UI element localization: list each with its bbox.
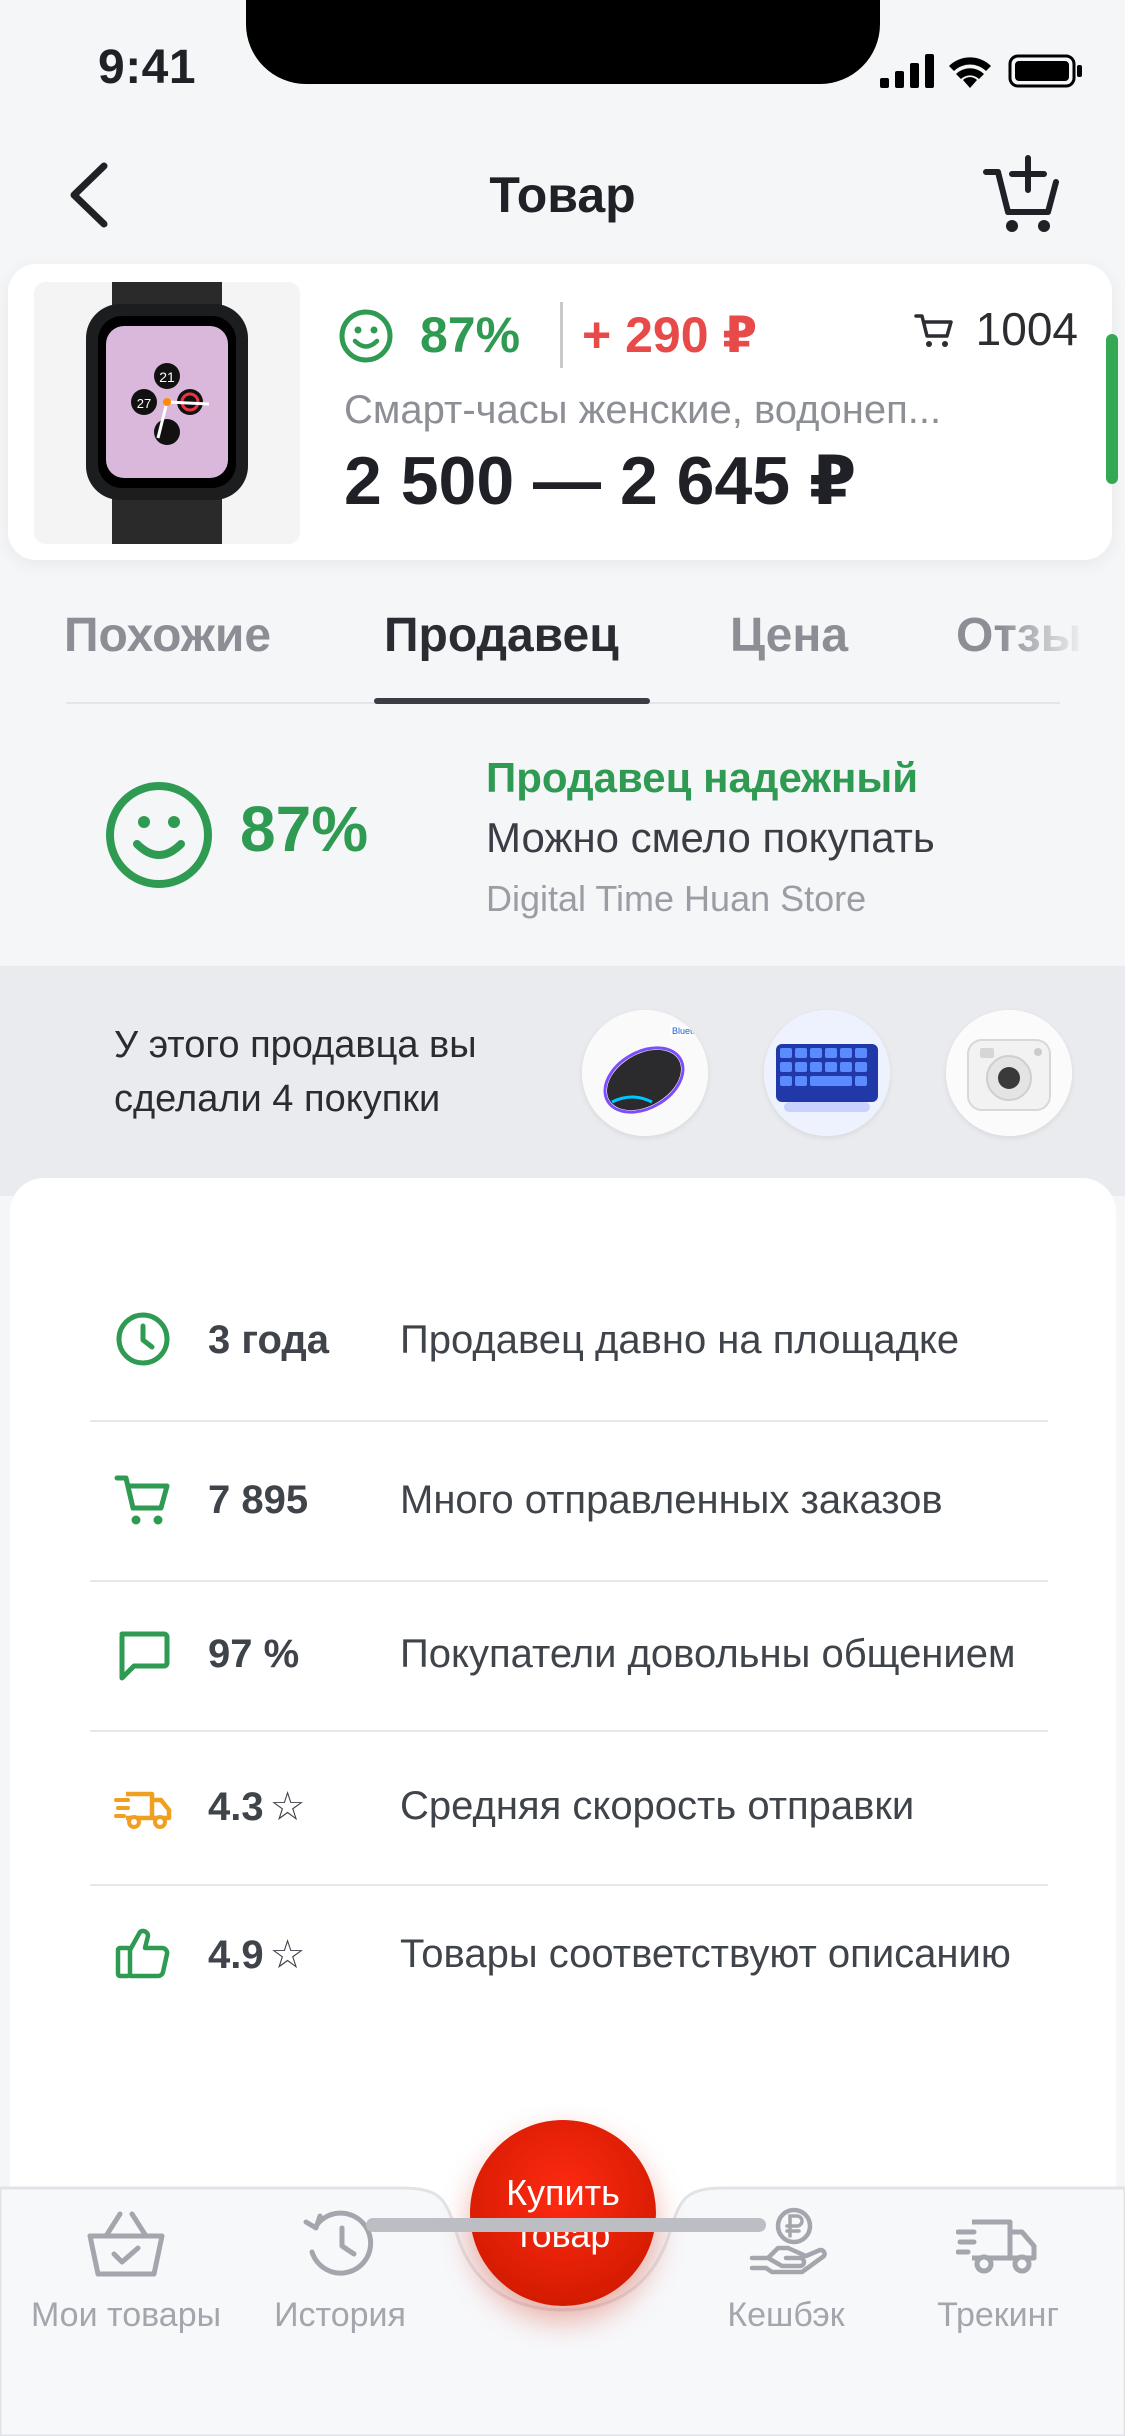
nav-bar: Товар xyxy=(0,140,1125,250)
smile-icon xyxy=(339,309,393,363)
status-icons xyxy=(880,54,1082,88)
stat-value: 4.3 ☆ xyxy=(208,1784,305,1830)
seller-store-name[interactable]: Digital Time Huan Store xyxy=(486,878,866,920)
stat-label: Много отправленных заказов xyxy=(400,1478,943,1522)
cart-add-icon[interactable] xyxy=(982,150,1062,240)
tabs: Похожие Продавец Цена Отзывы xyxy=(0,598,1125,708)
wifi-icon xyxy=(949,57,991,88)
battery-icon xyxy=(1008,54,1082,88)
clock-icon xyxy=(116,1312,170,1366)
divider xyxy=(560,302,563,368)
home-indicator[interactable] xyxy=(366,2218,766,2232)
stat-label: Товары соответствуют описанию xyxy=(400,1932,1011,1976)
tab-tracking[interactable]: Трекинг xyxy=(878,2206,1118,2336)
stat-row: 4.3 ☆ Средняя скорость отправки xyxy=(90,1732,1048,1886)
buy-button-line1: Купить xyxy=(506,2172,620,2213)
product-title: Смарт-часы женские, водонеп... xyxy=(344,388,942,432)
product-rating-row: 87% + 290 ₽ 1004 xyxy=(338,302,1078,372)
stat-value: 3 года xyxy=(208,1318,330,1362)
seller-rating: 87% xyxy=(240,793,369,865)
product-image: 21 27 xyxy=(34,282,300,544)
purchase-thumb-mouse[interactable]: Bluetoo xyxy=(582,1010,708,1136)
purchases-band: У этого продавца вы сделали 4 покупки Bl… xyxy=(0,966,1125,1196)
smile-icon xyxy=(106,782,212,888)
tab-label: Мои товары xyxy=(30,2296,222,2334)
side-accent xyxy=(1106,334,1118,484)
tab-seller[interactable]: Продавец xyxy=(384,608,619,663)
product-price: 2 500 — 2 645 ₽ xyxy=(344,443,857,519)
tab-label: История xyxy=(274,2296,406,2334)
tab-price[interactable]: Цена xyxy=(730,608,848,663)
seller-stats-card: 3 года Продавец давно на площадке 7 895 … xyxy=(10,1178,1116,2218)
page-title: Товар xyxy=(489,167,636,223)
star-icon: ☆ xyxy=(269,1933,306,1977)
svg-text:27: 27 xyxy=(137,396,151,411)
stat-value-number: 4.3 xyxy=(208,1785,264,1829)
buy-button[interactable]: Купить товар xyxy=(470,2120,656,2306)
stat-value-number: 4.9 xyxy=(208,1933,264,1977)
tracking-truck-icon xyxy=(956,2219,1037,2274)
stat-row: 97 % Покупатели довольны общением xyxy=(90,1582,1048,1732)
stat-value: 4.9 ☆ xyxy=(208,1932,305,1978)
notch xyxy=(246,0,880,84)
svg-text:Bluetoo: Bluetoo xyxy=(672,1026,703,1036)
purchase-thumb-keyboard[interactable] xyxy=(764,1010,890,1136)
thumbs-up-icon xyxy=(115,1928,170,1979)
svg-text:21: 21 xyxy=(159,369,175,385)
cart-count: 1004 xyxy=(975,303,1078,355)
cart-icon xyxy=(914,314,953,347)
tab-label: Трекинг xyxy=(937,2296,1059,2334)
history-icon xyxy=(303,2210,374,2276)
stat-value: 97 % xyxy=(208,1632,300,1676)
stat-row: 4.9 ☆ Товары соответствуют описанию xyxy=(90,1886,1048,2036)
tab-my-items[interactable]: Мои товары xyxy=(6,2206,246,2336)
tabs-fade xyxy=(1000,598,1125,698)
tab-label: Кешбэк xyxy=(727,2296,845,2334)
seller-status: Продавец надежный xyxy=(486,754,919,801)
stat-row: 7 895 Много отправленных заказов xyxy=(90,1422,1048,1582)
stat-label: Средняя скорость отправки xyxy=(400,1784,915,1828)
stat-row: 3 года Продавец давно на площадке xyxy=(90,1262,1048,1422)
chat-icon xyxy=(119,1631,170,1681)
seller-summary: 87% Продавец надежный Можно смело покупа… xyxy=(0,740,1125,940)
product-card[interactable]: 21 27 87% + 290 ₽ 1004 Смарт-часы женски… xyxy=(8,264,1112,560)
seller-subtitle: Можно смело покупать xyxy=(486,814,935,861)
status-bar: 9:41 xyxy=(0,0,1125,132)
tab-similar[interactable]: Похожие xyxy=(64,608,271,663)
stat-label: Продавец давно на площадке xyxy=(400,1318,960,1362)
stat-label: Покупатели довольны общением xyxy=(400,1632,1016,1676)
stat-value: 7 895 xyxy=(208,1478,309,1522)
status-time: 9:41 xyxy=(98,41,197,94)
product-rating: 87% xyxy=(420,307,521,363)
tab-active-indicator xyxy=(374,698,650,704)
purchase-thumb-camera[interactable] xyxy=(946,1010,1072,1136)
cart-icon xyxy=(114,1475,170,1525)
star-icon: ☆ xyxy=(269,1785,306,1829)
purchases-text: У этого продавца вы сделали 4 покупки xyxy=(114,1024,477,1120)
basket-icon xyxy=(87,2211,165,2277)
cashback-amount: + 290 ₽ xyxy=(582,307,758,363)
truck-icon xyxy=(114,1791,172,1829)
signal-icon xyxy=(880,54,934,88)
